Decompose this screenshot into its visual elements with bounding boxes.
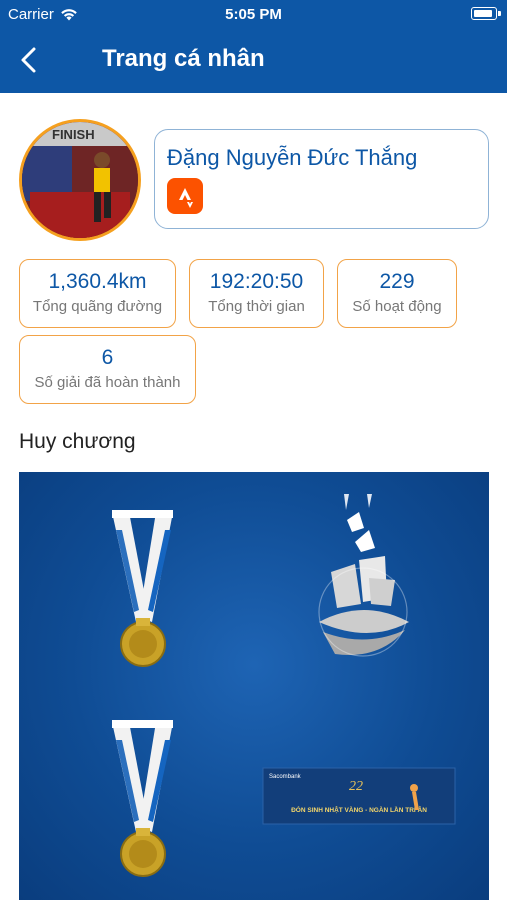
- stat-label: Tổng thời gian: [208, 298, 305, 315]
- stat-activity-count: 229 Số hoạt động: [337, 259, 457, 328]
- stat-total-distance: 1,360.4km Tổng quãng đường: [19, 259, 176, 328]
- stat-label: Số giải đã hoàn thành: [34, 374, 181, 391]
- app-header: Carrier 5:05 PM Trang cá nhân: [0, 0, 507, 93]
- stat-value: 6: [101, 346, 114, 369]
- profile-name-card: Đặng Nguyễn Đức Thắng: [154, 129, 489, 229]
- profile-name: Đặng Nguyễn Đức Thắng: [167, 145, 418, 170]
- status-bar: Carrier 5:05 PM: [0, 0, 507, 28]
- medal-1[interactable]: [112, 510, 173, 667]
- battery-icon: [471, 7, 501, 20]
- stat-total-time: 192:20:50 Tổng thời gian: [189, 259, 324, 328]
- stat-value: 229: [379, 270, 415, 293]
- finish-sign-text: FINISH: [52, 127, 95, 142]
- stat-completed-races: 6 Số giải đã hoàn thành: [19, 335, 196, 404]
- stat-value: 1,360.4km: [48, 270, 147, 293]
- anniversary-banner[interactable]: Sacombank 22 ĐÓN SINH NHẬT VÀNG - NGÀN L…: [262, 767, 456, 825]
- stat-value: 192:20:50: [209, 270, 304, 293]
- medals-gallery: Sacombank 22 ĐÓN SINH NHẬT VÀNG - NGÀN L…: [19, 472, 489, 900]
- strava-icon[interactable]: [167, 178, 203, 214]
- ship-artwork[interactable]: [318, 494, 409, 657]
- banner-number: 22: [349, 779, 363, 794]
- medal-2[interactable]: [112, 720, 173, 877]
- banner-brand: Sacombank: [269, 774, 302, 780]
- avatar[interactable]: FINISH: [19, 119, 141, 241]
- status-time: 5:05 PM: [225, 6, 282, 23]
- stat-label: Số hoạt động: [352, 298, 442, 315]
- avatar-photo: FINISH: [22, 122, 138, 238]
- medals-heading: Huy chương: [19, 430, 136, 453]
- back-chevron-icon[interactable]: [16, 44, 44, 76]
- stat-label: Tổng quãng đường: [32, 298, 163, 315]
- page-title: Trang cá nhân: [102, 45, 265, 72]
